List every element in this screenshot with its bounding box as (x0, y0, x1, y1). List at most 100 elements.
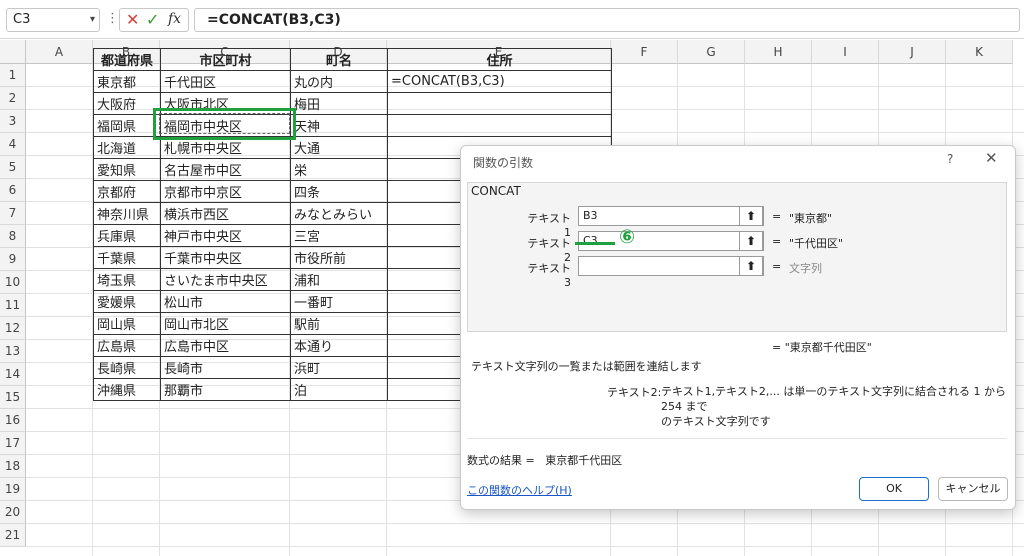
table-cell[interactable]: 広島市中区 (160, 334, 291, 357)
table-cell[interactable]: 愛媛県 (93, 290, 161, 313)
table-cell[interactable]: 四条 (290, 180, 388, 203)
table-cell[interactable]: 福岡県 (93, 114, 161, 137)
row-header-1[interactable]: 1 (0, 64, 26, 87)
row-header-12[interactable]: 12 (0, 317, 26, 340)
table-cell[interactable]: 大通 (290, 136, 388, 159)
formula-result: 数式の結果 = 東京都千代田区 (467, 452, 622, 468)
table-cell[interactable]: 神奈川県 (93, 202, 161, 225)
table-cell[interactable]: =CONCAT(B3,C3) (387, 70, 612, 93)
cancel-button[interactable]: キャンセル (938, 477, 1008, 501)
row-header-21[interactable]: 21 (0, 524, 26, 547)
table-cell[interactable]: 那覇市 (160, 378, 291, 401)
table-cell[interactable]: 栄 (290, 158, 388, 181)
insert-function-icon[interactable]: fx (168, 11, 181, 27)
row-header-7[interactable]: 7 (0, 202, 26, 225)
table-cell[interactable]: 京都府 (93, 180, 161, 203)
table-cell[interactable]: 東京都 (93, 70, 161, 93)
table-cell[interactable]: 梅田 (290, 92, 388, 115)
header-prefecture[interactable]: 都道府県 (93, 48, 161, 71)
table-cell[interactable]: 長崎県 (93, 356, 161, 379)
table-cell[interactable]: 名古屋市中区 (160, 158, 291, 181)
chevron-down-icon[interactable]: ▾ (90, 9, 95, 31)
row-header-3[interactable]: 3 (0, 110, 26, 133)
cell-c3-marching-ants (159, 113, 290, 134)
table-cell[interactable]: 千代田区 (160, 70, 291, 93)
close-icon[interactable]: ✕ (985, 149, 998, 167)
function-help-link[interactable]: この関数のヘルプ(H) (467, 482, 572, 498)
header-town[interactable]: 町名 (290, 48, 388, 71)
arg2-collapse-icon[interactable]: ⬆ (739, 231, 763, 251)
table-cell[interactable]: 北海道 (93, 136, 161, 159)
table-cell[interactable]: 広島県 (93, 334, 161, 357)
table-cell[interactable]: 岡山県 (93, 312, 161, 335)
table-cell[interactable]: 埼玉県 (93, 268, 161, 291)
arg1-input[interactable]: B3 (578, 206, 764, 226)
table-cell[interactable]: 本通り (290, 334, 388, 357)
row-header-16[interactable]: 16 (0, 409, 26, 432)
arg2-input[interactable]: C3 (578, 231, 764, 251)
help-icon[interactable]: ? (947, 152, 953, 166)
arg3-input[interactable] (578, 256, 764, 276)
table-cell[interactable]: 天神 (290, 114, 388, 137)
row-header-11[interactable]: 11 (0, 294, 26, 317)
table-cell[interactable]: 千葉市中央区 (160, 246, 291, 269)
ok-button[interactable]: OK (859, 477, 929, 501)
header-address[interactable]: 住所 (387, 48, 612, 71)
table-cell[interactable]: 千葉県 (93, 246, 161, 269)
table-cell[interactable]: 松山市 (160, 290, 291, 313)
column-header-j[interactable]: J (879, 40, 946, 64)
table-cell[interactable]: 浦和 (290, 268, 388, 291)
row-header-2[interactable]: 2 (0, 87, 26, 110)
table-cell[interactable]: 一番町 (290, 290, 388, 313)
row-header-13[interactable]: 13 (0, 340, 26, 363)
select-all-corner[interactable] (0, 40, 26, 64)
table-cell[interactable]: 長崎市 (160, 356, 291, 379)
row-header-5[interactable]: 5 (0, 156, 26, 179)
column-header-i[interactable]: I (812, 40, 879, 64)
table-cell[interactable]: 横浜市西区 (160, 202, 291, 225)
row-header-15[interactable]: 15 (0, 386, 26, 409)
row-header-20[interactable]: 20 (0, 501, 26, 524)
arg1-collapse-icon[interactable]: ⬆ (739, 206, 763, 226)
row-header-4[interactable]: 4 (0, 133, 26, 156)
row-header-10[interactable]: 10 (0, 271, 26, 294)
table-cell[interactable]: 神戸市中央区 (160, 224, 291, 247)
table-cell[interactable]: 沖縄県 (93, 378, 161, 401)
table-cell[interactable] (387, 114, 612, 137)
column-header-a[interactable]: A (26, 40, 93, 64)
table-cell[interactable]: 愛知県 (93, 158, 161, 181)
column-header-f[interactable]: F (611, 40, 678, 64)
row-header-6[interactable]: 6 (0, 179, 26, 202)
row-header-14[interactable]: 14 (0, 363, 26, 386)
table-cell[interactable]: 大阪府 (93, 92, 161, 115)
name-box[interactable]: C3 ▾ (6, 8, 100, 32)
table-cell[interactable]: 京都市中京区 (160, 180, 291, 203)
formula-input[interactable]: =CONCAT(B3,C3) (194, 8, 1020, 32)
table-cell[interactable] (387, 92, 612, 115)
table-cell[interactable]: 浜町 (290, 356, 388, 379)
row-header-17[interactable]: 17 (0, 432, 26, 455)
table-cell[interactable]: 兵庫県 (93, 224, 161, 247)
table-cell[interactable]: みなとみらい (290, 202, 388, 225)
row-header-18[interactable]: 18 (0, 455, 26, 478)
table-cell[interactable]: 駅前 (290, 312, 388, 335)
table-cell[interactable]: 岡山市北区 (160, 312, 291, 335)
row-header-19[interactable]: 19 (0, 478, 26, 501)
table-cell[interactable]: 三宮 (290, 224, 388, 247)
column-header-h[interactable]: H (745, 40, 812, 64)
more-options-icon[interactable]: ⋮ (106, 11, 119, 26)
cancel-icon[interactable]: ✕ (126, 10, 139, 29)
enter-icon[interactable]: ✓ (146, 10, 159, 29)
table-cell[interactable]: さいたま市中央区 (160, 268, 291, 291)
column-header-k[interactable]: K (946, 40, 1013, 64)
arg3-collapse-icon[interactable]: ⬆ (739, 256, 763, 276)
table-cell[interactable]: 市役所前 (290, 246, 388, 269)
table-cell[interactable]: 泊 (290, 378, 388, 401)
header-city[interactable]: 市区町村 (160, 48, 291, 71)
table-cell[interactable]: 丸の内 (290, 70, 388, 93)
overall-result: = "東京都千代田区" (772, 339, 872, 355)
row-header-8[interactable]: 8 (0, 225, 26, 248)
step-marker: ⑥ (619, 226, 636, 248)
row-header-9[interactable]: 9 (0, 248, 26, 271)
column-header-g[interactable]: G (678, 40, 745, 64)
